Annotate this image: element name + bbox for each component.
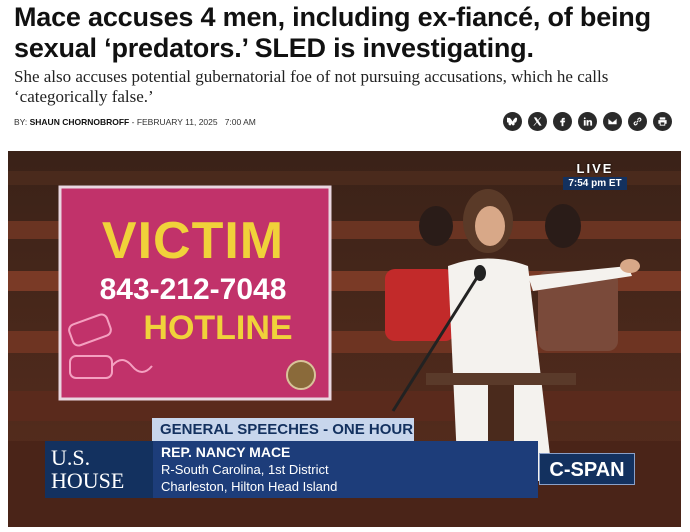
house-seal (286, 360, 316, 390)
byline-prefix: BY: (14, 117, 28, 127)
house-logo-line2: HOUSE (51, 468, 125, 493)
speaker-name: REP. NANCY MACE (161, 444, 291, 460)
print-icon[interactable] (653, 112, 672, 131)
sign-hotline: HOTLINE (143, 309, 293, 347)
publish-time: 7:00 AM (224, 117, 256, 127)
bg-person-head (419, 206, 453, 246)
chyron-speaker-info: REP. NANCY MACE R-South Carolina, 1st Di… (153, 441, 538, 498)
x-icon[interactable] (528, 112, 547, 131)
live-indicator: LIVE 7:54 pm ET (563, 161, 627, 190)
live-time: 7:54 pm ET (563, 177, 627, 190)
cspan-logo: C-SPAN (539, 453, 635, 485)
speaker-face (475, 206, 505, 246)
facebook-icon[interactable] (553, 112, 572, 131)
link-icon[interactable] (628, 112, 647, 131)
speaker-district: R-South Carolina, 1st District (161, 462, 329, 477)
author-link[interactable]: SHAUN CHORNOBROFF (30, 117, 130, 127)
linkedin-icon[interactable] (578, 112, 597, 131)
us-house-logo: U.S. HOUSE (45, 441, 153, 498)
byline-separator: - (129, 117, 137, 127)
publish-date: FEBRUARY 11, 2025 (136, 117, 218, 127)
email-icon[interactable] (603, 112, 622, 131)
speaker-location: Charleston, Hilton Head Island (161, 479, 338, 494)
article-photo: LIVE 7:54 pm ET VICTIM 843-212-7048 HOTL… (8, 151, 681, 527)
sign-phone-number: 843-212-7048 (99, 273, 287, 306)
article-dek: She also accuses potential gubernatorial… (14, 67, 609, 106)
byline: BY: SHAUN CHORNOBROFF - FEBRUARY 11, 202… (14, 117, 256, 127)
article-headline: Mace accuses 4 men, including ex-fiancé,… (14, 2, 651, 63)
live-label: LIVE (576, 161, 614, 176)
chyron-topic: GENERAL SPEECHES - ONE HOUR (152, 418, 414, 442)
sign-victim: VICTIM (101, 212, 285, 270)
share-bar (503, 112, 672, 131)
lectern (426, 373, 576, 385)
bluesky-icon[interactable] (503, 112, 522, 131)
